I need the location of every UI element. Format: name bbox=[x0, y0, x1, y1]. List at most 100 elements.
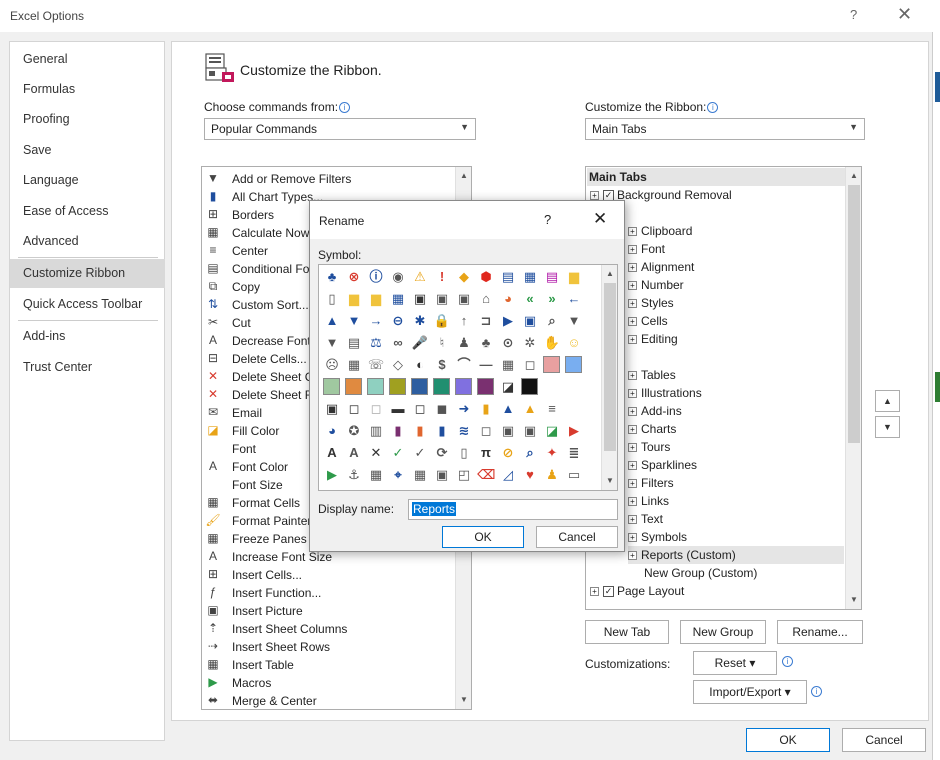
symbol-icon[interactable]: ▣ bbox=[411, 290, 429, 308]
expand-icon[interactable]: + bbox=[628, 479, 637, 489]
symbol-icon[interactable]: ↑ bbox=[455, 312, 473, 330]
expand-icon[interactable]: + bbox=[628, 227, 637, 237]
tree-item[interactable]: + Links bbox=[628, 492, 844, 510]
symbol-icon[interactable] bbox=[521, 378, 538, 395]
symbol-icon[interactable]: ▮ bbox=[389, 422, 407, 440]
symbol-icon[interactable]: ⊙ bbox=[499, 334, 517, 352]
symbol-icon[interactable]: ♣ bbox=[477, 334, 495, 352]
help-button[interactable]: ? bbox=[850, 7, 857, 22]
symbol-icon[interactable]: A bbox=[323, 444, 341, 462]
symbol-icon[interactable]: ▲ bbox=[323, 312, 341, 330]
info-icon[interactable]: i bbox=[707, 102, 719, 114]
symbol-icon[interactable]: ▤ bbox=[543, 268, 561, 286]
symbol-icon[interactable]: ▣ bbox=[455, 290, 473, 308]
symbol-icon[interactable]: ◪ bbox=[499, 378, 517, 396]
symbol-icon[interactable]: ← bbox=[565, 290, 583, 308]
symbol-icon[interactable]: ⓘ bbox=[367, 268, 385, 286]
symbol-icon[interactable]: ✱ bbox=[411, 312, 429, 330]
expand-icon[interactable]: + bbox=[628, 263, 637, 273]
tree-item[interactable]: + Illustrations bbox=[628, 384, 844, 402]
expand-icon[interactable]: + bbox=[628, 335, 637, 345]
nav-item-formulas[interactable]: Formulas bbox=[10, 75, 165, 104]
scroll-up-icon[interactable]: ▲ bbox=[604, 267, 616, 281]
move-down-button[interactable]: ▼ bbox=[875, 416, 900, 438]
symbol-icon[interactable]: ⌕ bbox=[543, 312, 561, 330]
symbol-icon[interactable]: ◉ bbox=[389, 268, 407, 286]
symbol-icon[interactable]: ▤ bbox=[345, 334, 363, 352]
symbol-icon[interactable]: ♣ bbox=[323, 268, 341, 286]
symbol-icon[interactable]: ▆ bbox=[345, 290, 363, 308]
tree-item[interactable]: + Filters bbox=[628, 474, 844, 492]
tree-item[interactable]: + Sparklines bbox=[628, 456, 844, 474]
symbol-icon[interactable]: « bbox=[521, 290, 539, 308]
symbol-icon[interactable]: → bbox=[367, 312, 385, 330]
symbol-icon[interactable]: ≋ bbox=[455, 422, 473, 440]
tree-item[interactable]: + Alignment bbox=[628, 258, 844, 276]
tree-item[interactable]: + Font bbox=[628, 240, 844, 258]
symbol-icon[interactable]: 🎤 bbox=[411, 334, 429, 352]
symbol-icon[interactable]: ▶ bbox=[323, 466, 341, 484]
symbol-icon[interactable]: ▣ bbox=[433, 290, 451, 308]
scroll-up-icon[interactable]: ▲ bbox=[848, 169, 860, 183]
expand-icon[interactable]: + bbox=[628, 497, 637, 507]
command-list-item[interactable]: ▣ Insert Picture bbox=[205, 602, 455, 620]
command-list-item[interactable]: ▼ Add or Remove Filters bbox=[205, 170, 455, 188]
symbol-icon[interactable]: ∞ bbox=[389, 334, 407, 352]
symbol-icon[interactable]: ⌒ bbox=[455, 356, 473, 374]
symbol-icon[interactable]: ▥ bbox=[367, 422, 385, 440]
info-icon[interactable]: i bbox=[339, 102, 351, 114]
rename-button[interactable]: Rename... bbox=[777, 620, 863, 644]
tree-item[interactable]: + Symbols bbox=[628, 528, 844, 546]
scroll-down-icon[interactable]: ▼ bbox=[848, 593, 860, 607]
symbol-icon[interactable]: ♟ bbox=[543, 466, 561, 484]
symbol-icon[interactable]: ▣ bbox=[323, 400, 341, 418]
move-up-button[interactable]: ▲ bbox=[875, 390, 900, 412]
symbol-icon[interactable]: ⚖ bbox=[367, 334, 385, 352]
rename-help-button[interactable]: ? bbox=[544, 212, 551, 227]
symbol-icon[interactable]: ⌫ bbox=[477, 466, 495, 484]
nav-item-save[interactable]: Save bbox=[10, 136, 165, 165]
symbol-icon[interactable]: ▦ bbox=[411, 466, 429, 484]
symbol-icon[interactable]: ▣ bbox=[521, 422, 539, 440]
symbol-icon[interactable]: ⌕ bbox=[521, 444, 539, 462]
symbol-icon[interactable]: ◼ bbox=[433, 400, 451, 418]
rename-ok-button[interactable]: OK bbox=[442, 526, 524, 548]
symbol-icon[interactable] bbox=[323, 378, 340, 395]
symbol-icon[interactable]: ▦ bbox=[521, 268, 539, 286]
scroll-down-icon[interactable]: ▼ bbox=[604, 474, 616, 488]
symbol-icon[interactable] bbox=[411, 378, 428, 395]
symbol-icon[interactable]: ◪ bbox=[543, 422, 561, 440]
symbol-icon[interactable]: $ bbox=[433, 356, 451, 374]
symbol-scrollbar[interactable]: ▲ ▼ bbox=[601, 265, 617, 490]
symbol-icon[interactable]: ▆ bbox=[565, 268, 583, 286]
symbol-icon[interactable]: ◻ bbox=[367, 400, 385, 418]
symbol-icon[interactable]: ◐ bbox=[411, 356, 429, 374]
symbol-icon[interactable] bbox=[367, 378, 384, 395]
customize-ribbon-combo[interactable]: Main Tabs ▼ bbox=[585, 118, 865, 140]
symbol-icon[interactable]: π bbox=[477, 444, 495, 462]
symbol-icon[interactable]: ≡ bbox=[543, 400, 561, 418]
expand-icon[interactable]: + bbox=[628, 443, 637, 453]
symbol-icon[interactable]: ▼ bbox=[345, 312, 363, 330]
symbol-icon[interactable]: ! bbox=[433, 268, 451, 286]
symbol-icon[interactable]: ▲ bbox=[499, 400, 517, 418]
symbol-icon[interactable] bbox=[389, 378, 406, 395]
symbol-icon[interactable]: ✦ bbox=[543, 444, 561, 462]
symbol-icon[interactable]: ◿ bbox=[499, 466, 517, 484]
symbol-icon[interactable] bbox=[477, 378, 494, 395]
reset-button[interactable]: Reset ▾ bbox=[693, 651, 777, 675]
nav-item-customize-ribbon[interactable]: Customize Ribbon bbox=[10, 259, 165, 288]
symbol-icon[interactable]: ◰ bbox=[455, 466, 473, 484]
expand-icon[interactable]: + bbox=[628, 425, 637, 435]
tree-item[interactable]: + Styles bbox=[628, 294, 844, 312]
symbol-icon[interactable]: ▦ bbox=[389, 290, 407, 308]
info-icon[interactable]: i bbox=[811, 686, 822, 697]
tree-item[interactable]: + Tables bbox=[628, 366, 844, 384]
command-list-item[interactable]: ⬌ Merge & Center bbox=[205, 692, 455, 709]
tree-item[interactable]: + Charts bbox=[628, 420, 844, 438]
symbol-icon[interactable]: — bbox=[477, 356, 495, 374]
display-name-input[interactable]: Reports bbox=[408, 499, 618, 520]
command-list-item[interactable]: ⇡ Insert Sheet Columns bbox=[205, 620, 455, 638]
scroll-thumb[interactable] bbox=[848, 185, 860, 443]
new-tab-button[interactable]: New Tab bbox=[585, 620, 669, 644]
